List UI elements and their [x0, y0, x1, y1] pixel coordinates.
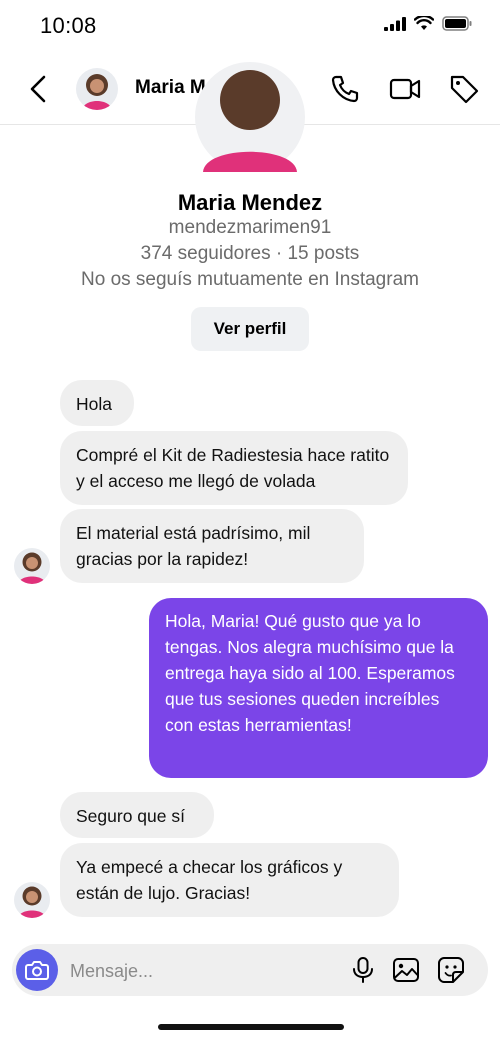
message-bubble-incoming[interactable]: Seguro que sí — [60, 792, 214, 838]
camera-icon — [25, 961, 49, 980]
message-composer — [12, 944, 488, 996]
wifi-icon — [414, 16, 434, 30]
message-bubble-incoming[interactable]: Ya empecé a checar los gráficos y están … — [60, 843, 399, 917]
home-indicator — [158, 1024, 344, 1030]
sticker-icon[interactable] — [436, 955, 466, 985]
profile-photo[interactable] — [195, 40, 305, 172]
profile-username: mendezmarimen91 — [168, 217, 332, 238]
gallery-icon[interactable] — [391, 955, 421, 985]
video-icon[interactable] — [388, 72, 422, 106]
status-time: 10:08 — [40, 13, 97, 38]
phone-icon[interactable] — [328, 72, 362, 106]
status-icons — [384, 16, 472, 31]
message-bubble-outgoing[interactable]: Hola, Maria! Qué gusto que ya lo tengas.… — [149, 598, 488, 778]
mutual-follow-note: No os seguís mutuamente en Instagram — [81, 269, 419, 290]
battery-icon — [442, 16, 472, 31]
camera-button[interactable] — [16, 949, 58, 991]
avatar[interactable] — [76, 68, 118, 110]
sender-avatar[interactable] — [14, 548, 50, 584]
message-input[interactable] — [68, 958, 332, 984]
message-bubble-incoming[interactable]: Hola — [60, 380, 134, 426]
profile-stats: 374 seguidores · 15 posts — [140, 243, 360, 264]
tag-icon[interactable] — [447, 72, 481, 106]
microphone-icon[interactable] — [348, 955, 378, 985]
message-bubble-incoming[interactable]: Compré el Kit de Radiestesia hace ratito… — [60, 431, 408, 505]
back-arrow-icon[interactable] — [24, 74, 52, 104]
sender-avatar[interactable] — [14, 882, 50, 918]
message-bubble-incoming[interactable]: El material está padrísimo, mil gracias … — [60, 509, 364, 583]
profile-name: Maria Mendez — [177, 190, 323, 215]
view-profile-button[interactable]: Ver perfil — [191, 307, 309, 351]
signal-icon — [384, 16, 406, 31]
